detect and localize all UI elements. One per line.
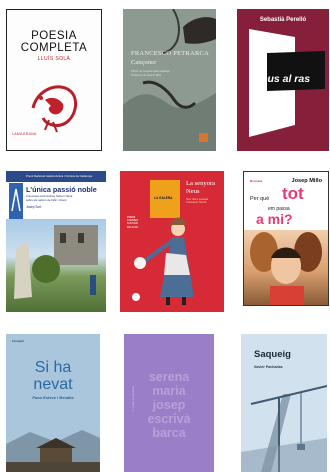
publisher-logo: brosquil — [12, 339, 24, 343]
publisher-logo: Bromera — [250, 179, 263, 183]
cover-photo — [6, 430, 100, 472]
publisher-mark-icon — [9, 183, 23, 219]
title-part: tot — [282, 184, 304, 203]
book-title: POESIA COMPLETA — [20, 30, 88, 54]
book-cover-la-senyora-neus[interactable]: LA GALERA La senyora Neus Text: Neus Lac… — [120, 171, 224, 312]
ink-portrait-illustration — [31, 85, 77, 133]
book-author: Josep Sort — [26, 205, 42, 209]
lady-illustration — [132, 217, 194, 305]
hand-illustration — [123, 9, 216, 151]
book-cover-poesia-completa[interactable]: POESIA COMPLETA LLUÍS SOLÀ LAMAGRANA — [6, 9, 102, 151]
crane-illustration — [241, 385, 327, 472]
award-text: Premi Nacional Gastronòmica i Crònica de… — [26, 174, 93, 178]
book-author: FRANCESCO PETRARCA — [131, 50, 210, 57]
book-cover-si-ha-nevat[interactable]: brosquil Si ha nevat Paco Esteve i Benal… — [6, 334, 100, 472]
book-cover-saqueig[interactable]: Saqueig Xavier Pachadas — [241, 334, 327, 472]
book-title: serena maria josep escrivà barca — [147, 370, 191, 440]
book-cover-canconer[interactable]: FRANCESCO PETRARCA Cançoner Edició de Jo… — [123, 9, 216, 151]
book-title: Veus al ras — [255, 73, 311, 85]
book-cover-veus-al-ras[interactable]: Sebastià Perelló Veus al ras — [237, 9, 329, 151]
book-title: Si ha nevat — [33, 359, 73, 393]
book-title: Cançoner — [131, 59, 157, 66]
book-title: L'única passió noble — [26, 185, 97, 194]
book-author: LLUÍS SOLÀ — [37, 56, 71, 62]
publisher-logo — [199, 133, 208, 142]
publisher-label: LAMAGRANA — [12, 132, 37, 136]
book-subtitle: Converses amb Andreu Nebot i Núria sobre… — [26, 194, 73, 202]
book-cover-per-que-tot-em-passa-a-mi[interactable]: Bromera Josep Millo Per què tot em passa… — [243, 171, 329, 306]
cover-photo — [244, 230, 328, 305]
book-cover-serena[interactable]: lo nostre santandreu serena maria josep … — [124, 334, 214, 472]
cover-photo — [6, 219, 106, 312]
book-author: Paco Esteve i Benalla — [32, 395, 74, 400]
book-cover-lunica-passio-noble[interactable]: Premi Nacional Gastronòmica i Crònica de… — [6, 171, 106, 312]
book-credits: Edició de Joaquim Sala-Sanahuja Traducci… — [131, 69, 170, 77]
title-part: a mi? — [256, 211, 293, 227]
title-part: Per què — [250, 196, 270, 202]
